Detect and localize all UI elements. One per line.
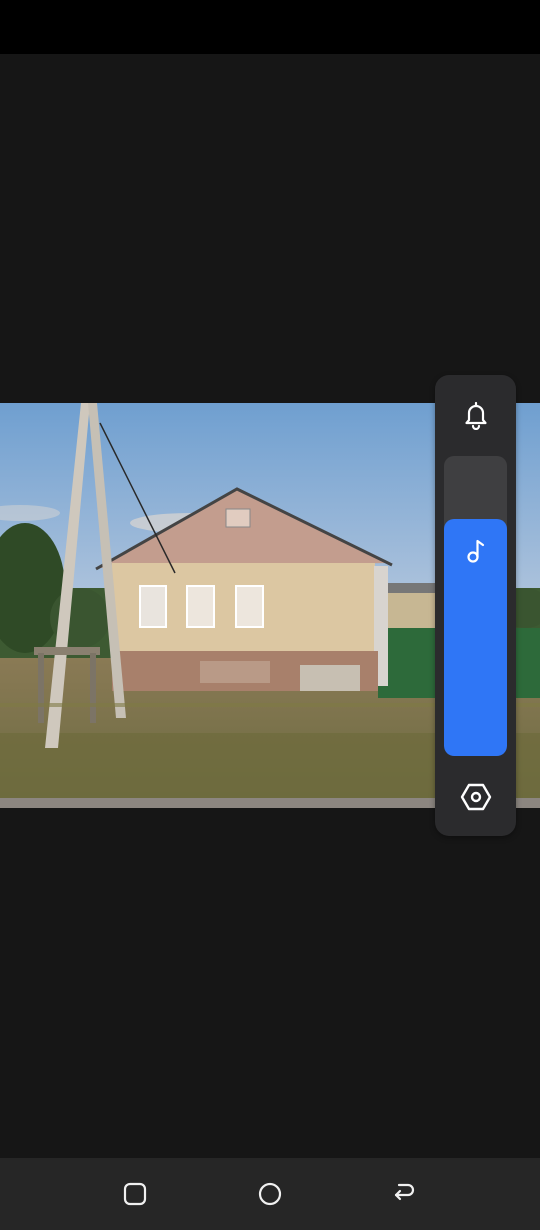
volume-panel bbox=[435, 375, 516, 836]
slider-fill bbox=[444, 519, 507, 756]
circle-icon[interactable] bbox=[250, 1176, 290, 1212]
status-bar bbox=[0, 0, 540, 54]
settings-icon[interactable] bbox=[435, 775, 516, 819]
navigation-bar bbox=[0, 1158, 540, 1230]
music-note-icon bbox=[444, 531, 507, 571]
ringer-volume-slider[interactable] bbox=[444, 456, 507, 756]
bell-icon[interactable] bbox=[435, 393, 516, 437]
back-arrow-icon[interactable] bbox=[384, 1176, 424, 1212]
square-icon[interactable] bbox=[115, 1176, 155, 1212]
